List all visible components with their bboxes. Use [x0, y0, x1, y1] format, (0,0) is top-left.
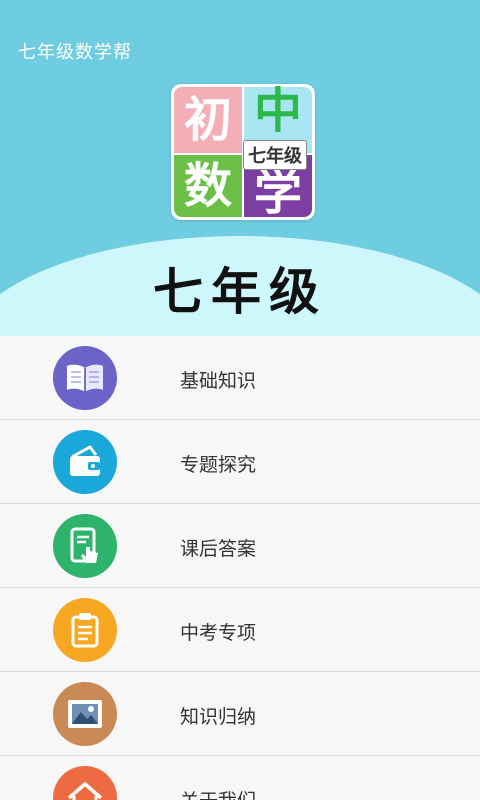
header: 七年级数学帮 初 中 数 学 七年级 七年级	[0, 0, 480, 336]
logo-char-1: 初	[174, 87, 242, 153]
main-menu: 基础知识 专题探究 课后答案 中考专项 知识归纳	[0, 336, 480, 800]
menu-item-homework-answers[interactable]: 课后答案	[0, 504, 480, 588]
menu-label: 知识归纳	[180, 706, 257, 728]
app-title: 七年级数学帮	[18, 42, 132, 63]
menu-label: 关于我们	[180, 786, 256, 800]
menu-item-topic-study[interactable]: 专题探究	[0, 420, 480, 504]
wallet-icon	[53, 430, 117, 494]
menu-label: 课后答案	[180, 538, 257, 560]
home-icon	[53, 766, 117, 800]
menu-label: 基础知识	[180, 370, 257, 392]
menu-item-knowledge-summary[interactable]: 知识归纳	[0, 672, 480, 756]
logo-subtitle: 七年级	[243, 140, 307, 170]
tablet-tap-icon	[53, 514, 117, 578]
logo-char-3: 数	[174, 155, 242, 217]
menu-item-basic-knowledge[interactable]: 基础知识	[0, 336, 480, 420]
menu-label: 专题探究	[180, 454, 257, 476]
banner-grade-text: 七年级	[153, 263, 327, 321]
clipboard-icon	[53, 598, 117, 662]
app-logo: 初 中 数 学 七年级	[171, 84, 315, 220]
menu-label: 中考专项	[180, 622, 257, 644]
book-icon	[53, 346, 117, 410]
menu-item-about-us[interactable]: 关于我们	[0, 756, 480, 800]
picture-icon	[53, 682, 117, 746]
menu-item-exam-special[interactable]: 中考专项	[0, 588, 480, 672]
